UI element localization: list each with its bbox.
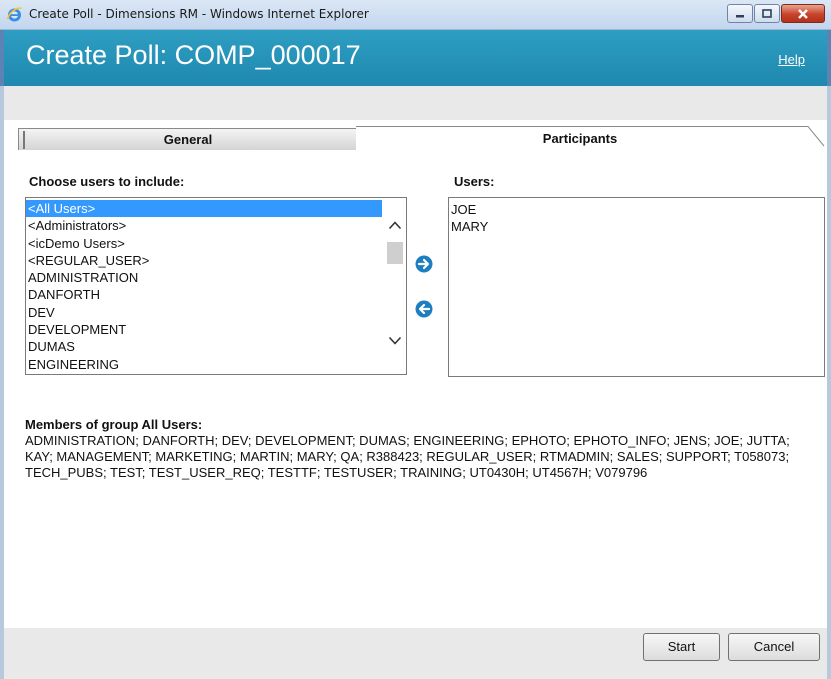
start-button[interactable]: Start <box>643 633 720 661</box>
list-item-regular-user[interactable]: <REGULAR_USER> <box>26 252 382 269</box>
group-members-panel: Members of group All Users: ADMINISTRATI… <box>25 417 815 481</box>
list-item-engineering[interactable]: ENGINEERING <box>26 356 382 373</box>
arrow-left-icon[interactable] <box>415 300 433 318</box>
members-list-text: ADMINISTRATION; DANFORTH; DEV; DEVELOPME… <box>25 433 790 480</box>
list-item-joe[interactable]: JOE <box>449 201 819 218</box>
list-item-administrators[interactable]: <Administrators> <box>26 217 382 234</box>
close-icon <box>798 8 808 19</box>
list-item-icdemo-users[interactable]: <icDemo Users> <box>26 235 382 252</box>
list-item-all-users[interactable]: <All Users> <box>26 200 382 218</box>
window-border-right <box>827 86 831 679</box>
list-item-danforth[interactable]: DANFORTH <box>26 286 382 303</box>
window-controls <box>726 4 825 24</box>
tab-bar: General Participants <box>4 126 827 152</box>
members-heading: Members of group All Users: <box>25 417 203 432</box>
list-item-dumas[interactable]: DUMAS <box>26 338 382 355</box>
list-item-dev[interactable]: DEV <box>26 304 382 321</box>
scroll-down-icon[interactable] <box>388 336 402 346</box>
choose-users-heading: Choose users to include: <box>29 174 185 189</box>
maximize-button[interactable] <box>754 4 780 23</box>
arrow-right-icon[interactable] <box>415 255 433 273</box>
page-header: Create Poll: COMP_000017 Help <box>0 30 831 86</box>
list-item-administration[interactable]: ADMINISTRATION <box>26 269 382 286</box>
list-item-mary[interactable]: MARY <box>449 218 819 235</box>
users-heading: Users: <box>454 174 495 189</box>
tab-general[interactable]: General <box>18 128 358 150</box>
page-title: Create Poll: COMP_000017 <box>26 40 361 70</box>
internet-explorer-icon <box>6 7 22 22</box>
minimize-button[interactable] <box>727 4 753 23</box>
help-link[interactable]: Help <box>778 52 805 67</box>
selected-users-rows: JOE MARY <box>449 201 819 236</box>
available-users-list[interactable]: <All Users> <Administrators> <icDemo Use… <box>25 197 407 375</box>
list-scrollbar[interactable] <box>384 198 406 374</box>
available-users-rows: <All Users> <Administrators> <icDemo Use… <box>26 200 382 373</box>
scroll-up-icon[interactable] <box>388 220 402 230</box>
scroll-thumb[interactable] <box>387 242 403 264</box>
close-button[interactable] <box>781 4 825 23</box>
list-item-development[interactable]: DEVELOPMENT <box>26 321 382 338</box>
tab-corner <box>802 126 825 147</box>
toolbar-strip <box>4 86 827 120</box>
tab-participants[interactable]: Participants <box>356 126 804 152</box>
window-title: Create Poll - Dimensions RM - Windows In… <box>29 7 369 21</box>
minimize-icon <box>736 14 744 17</box>
selected-users-list[interactable]: JOE MARY <box>448 197 825 377</box>
maximize-icon <box>762 8 772 18</box>
cancel-button[interactable]: Cancel <box>728 633 820 661</box>
window-titlebar: Create Poll - Dimensions RM - Windows In… <box>0 0 831 30</box>
